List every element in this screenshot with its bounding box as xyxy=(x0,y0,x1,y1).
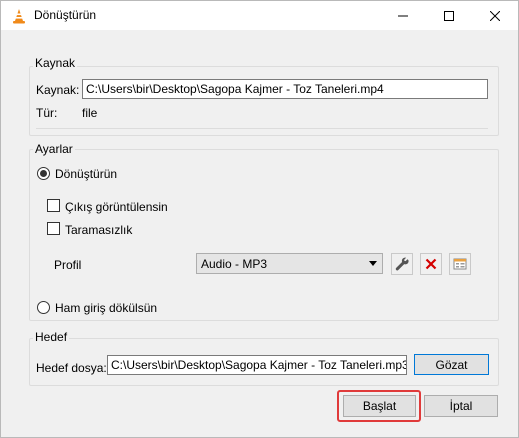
settings-group-label: Ayarlar xyxy=(33,142,75,156)
source-label: Kaynak: xyxy=(36,83,80,97)
delete-profile-button[interactable] xyxy=(420,253,442,275)
wrench-icon xyxy=(395,257,409,271)
convert-dialog: Dönüştürün Kaynak Kaynak: C:\Users\bir\D… xyxy=(0,0,519,438)
raw-dump-radio-label[interactable]: Ham giriş dökülsün xyxy=(55,301,157,315)
minimize-icon xyxy=(398,15,408,16)
convert-radio[interactable] xyxy=(37,167,50,180)
new-profile-icon xyxy=(453,258,467,270)
type-label: Tür: xyxy=(36,106,58,120)
title-bar: Dönüştürün xyxy=(1,1,518,30)
source-separator xyxy=(36,128,488,129)
cancel-button[interactable]: İptal xyxy=(424,395,498,417)
deinterlace-checkbox[interactable] xyxy=(47,222,60,235)
start-button[interactable]: Başlat xyxy=(343,395,416,417)
browse-button[interactable]: Gözat xyxy=(414,354,489,375)
dropdown-arrow-icon xyxy=(369,261,377,266)
profile-select-value: Audio - MP3 xyxy=(201,257,268,271)
profile-select[interactable]: Audio - MP3 xyxy=(196,253,383,274)
show-output-checkbox[interactable] xyxy=(47,199,60,212)
destination-path-field[interactable]: C:\Users\bir\Desktop\Sagopa Kajmer - Toz… xyxy=(107,355,407,375)
delete-icon xyxy=(425,258,437,270)
new-profile-button[interactable] xyxy=(449,253,471,275)
close-icon xyxy=(490,10,500,21)
raw-dump-radio[interactable] xyxy=(37,301,50,314)
show-output-label[interactable]: Çıkış görüntülensin xyxy=(65,200,168,214)
destination-file-label: Hedef dosya: xyxy=(36,361,107,375)
window-title: Dönüştürün xyxy=(34,8,97,22)
source-group-label: Kaynak xyxy=(33,56,78,70)
vlc-cone-icon xyxy=(11,8,27,24)
profile-label: Profil xyxy=(54,258,82,272)
maximize-button[interactable] xyxy=(426,1,472,30)
minimize-button[interactable] xyxy=(380,1,426,30)
edit-profile-button[interactable] xyxy=(391,253,413,275)
source-group xyxy=(29,66,499,136)
type-value: file xyxy=(82,106,98,120)
close-button[interactable] xyxy=(472,1,518,30)
destination-group-label: Hedef xyxy=(33,330,70,344)
source-path-field[interactable]: C:\Users\bir\Desktop\Sagopa Kajmer - Toz… xyxy=(82,79,488,99)
deinterlace-label[interactable]: Taramasızlık xyxy=(65,223,132,237)
maximize-icon xyxy=(444,10,454,21)
convert-radio-label[interactable]: Dönüştürün xyxy=(55,167,117,181)
